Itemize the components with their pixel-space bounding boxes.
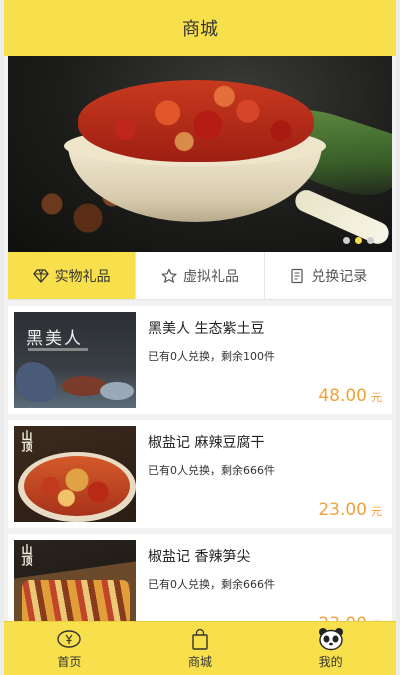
star-icon	[160, 267, 177, 283]
tabbar-mine[interactable]: 我的	[265, 622, 396, 675]
panda-icon	[318, 628, 343, 651]
product-title: 黑美人 生态紫土豆	[148, 321, 265, 337]
bottom-tab-bar: 首页 商城 我的	[4, 621, 396, 675]
product-stock: 已有0人兑换，剩余100件	[148, 350, 275, 363]
coin-icon	[57, 630, 82, 648]
tofu-dish-decoration	[24, 456, 130, 516]
tab-physical-gifts[interactable]: 实物礼品	[8, 252, 137, 299]
product-brand-text: 黑美人	[26, 329, 83, 349]
tabbar-label: 首页	[57, 655, 82, 669]
carousel-indicator	[343, 237, 374, 244]
carousel-dot-active[interactable]	[355, 237, 362, 244]
diamond-icon	[32, 268, 49, 283]
page-title: 商城	[182, 19, 218, 40]
category-tabs: 实物礼品 虚拟礼品 兑换记录	[8, 252, 392, 300]
banner-food-image	[78, 80, 314, 162]
product-image: 山顶	[14, 426, 136, 522]
bamboo-shoot-decoration	[22, 580, 130, 626]
product-title: 椒盐记 麻辣豆腐干	[148, 435, 265, 451]
brand-seal: 山顶	[20, 430, 33, 452]
dish-decoration	[62, 376, 106, 396]
tab-exchange-records[interactable]: 兑换记录	[265, 252, 392, 299]
tabbar-label: 商城	[188, 655, 213, 669]
tabbar-home[interactable]: 首页	[4, 622, 135, 675]
document-icon	[291, 268, 303, 283]
tabbar-mall[interactable]: 商城	[135, 622, 266, 675]
tab-label: 实物礼品	[54, 268, 111, 285]
product-list: 黑美人 黑美人 生态紫土豆 已有0人兑换，剩余100件 48.00 元 山顶 椒…	[8, 306, 392, 642]
price-value: 23.00	[318, 500, 367, 520]
tab-label: 兑换记录	[311, 268, 368, 285]
plate-decoration	[100, 382, 134, 400]
app-frame: 商城 实物礼品 虚拟礼品 兑换记录 黑美人 黑美人 生态紫土豆 已有0人兑换，剩…	[4, 0, 396, 675]
carousel-dot[interactable]	[367, 237, 374, 244]
product-title: 椒盐记 香辣笋尖	[148, 549, 251, 565]
product-info: 黑美人 生态紫土豆 已有0人兑换，剩余100件 48.00 元	[136, 312, 386, 408]
product-price: 23.00 元	[318, 500, 382, 520]
product-info: 椒盐记 麻辣豆腐干 已有0人兑换，剩余666件 23.00 元	[136, 426, 386, 522]
potato-decoration	[16, 362, 56, 402]
shopping-bag-icon	[192, 628, 208, 650]
price-unit: 元	[371, 391, 382, 404]
brand-seal: 山顶	[20, 544, 33, 566]
product-price: 48.00 元	[318, 386, 382, 406]
price-value: 48.00	[318, 386, 367, 406]
promo-banner[interactable]	[8, 56, 392, 252]
banner-scallion-decoration	[291, 186, 392, 248]
price-unit: 元	[371, 505, 382, 518]
top-bar: 商城	[4, 0, 396, 56]
tab-virtual-gifts[interactable]: 虚拟礼品	[136, 252, 265, 299]
tabbar-label: 我的	[318, 655, 343, 669]
product-item[interactable]: 黑美人 黑美人 生态紫土豆 已有0人兑换，剩余100件 48.00 元	[8, 306, 392, 414]
product-item[interactable]: 山顶 椒盐记 麻辣豆腐干 已有0人兑换，剩余666件 23.00 元	[8, 420, 392, 528]
product-image: 黑美人	[14, 312, 136, 408]
product-stock: 已有0人兑换，剩余666件	[148, 464, 275, 477]
carousel-dot[interactable]	[343, 237, 350, 244]
brand-underline	[28, 348, 88, 351]
tab-label: 虚拟礼品	[182, 268, 239, 285]
product-stock: 已有0人兑换，剩余666件	[148, 578, 275, 591]
